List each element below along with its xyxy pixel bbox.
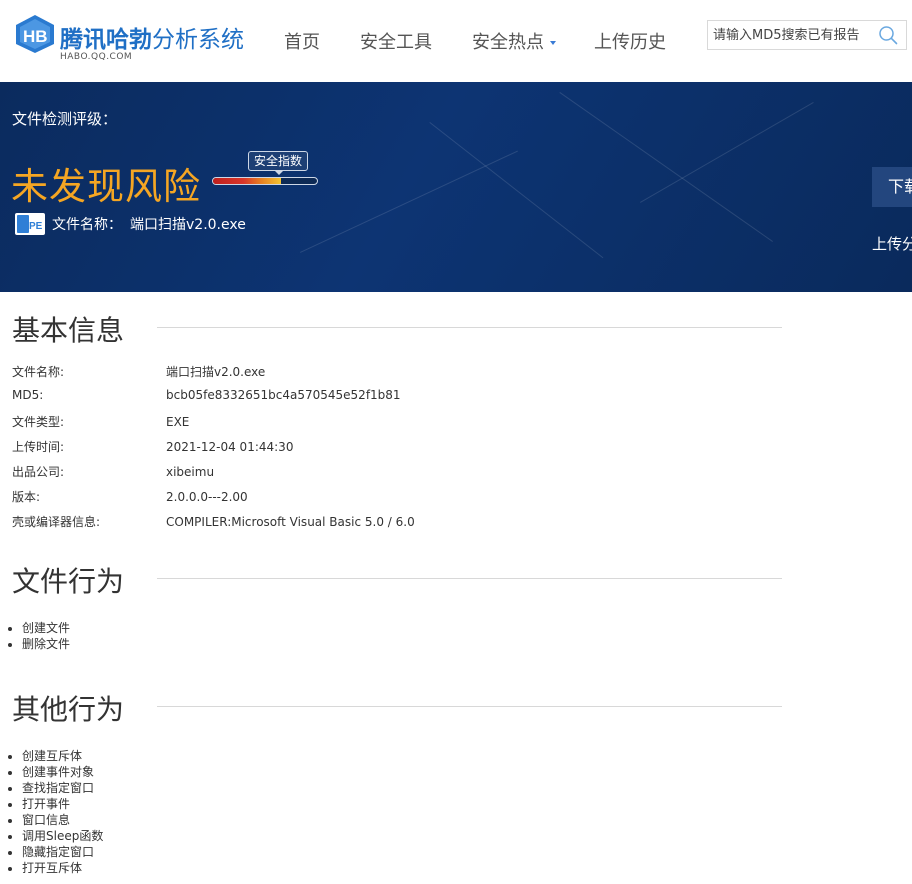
banner-file-name-value: 端口扫描v2.0.exe (130, 217, 246, 233)
nav-security-tools[interactable]: 安全工具 (360, 28, 432, 54)
list-item: 查找指定窗口 (22, 780, 103, 796)
banner-decoration (300, 150, 518, 253)
info-key: 文件名称: (12, 365, 65, 379)
list-item: 打开互斥体 (22, 860, 103, 876)
download-button-label: 下载 (888, 177, 912, 196)
info-key: 出品公司: (12, 465, 65, 479)
info-value: xibeimu (166, 465, 215, 479)
info-value: bcb05fe8332651bc4a570545e52f1b81 (166, 388, 401, 402)
logo-subtitle: HABO.QQ.COM (60, 52, 133, 62)
info-row-upload-time: 上传时间: 2021-12-04 01:44:30 (12, 438, 293, 455)
info-row-file-type: 文件类型: EXE (12, 413, 189, 430)
list-item: 隐藏指定窗口 (22, 844, 103, 860)
md5-search-input[interactable] (708, 21, 879, 49)
result-banner: 文件检测评级： 未发现风险 安全指数 PE 文件名称： 端口扫描v2.0.exe … (0, 82, 912, 292)
info-key: 壳或编译器信息: (12, 515, 101, 529)
svg-text:HB: HB (23, 27, 48, 46)
banner-file-name-label: 文件名称： (52, 217, 122, 233)
info-row-version: 版本: 2.0.0.0---2.00 (12, 488, 248, 505)
rating-label: 文件检测评级： (12, 110, 118, 128)
section-divider (157, 327, 782, 328)
banner-file-name: 文件名称： 端口扫描v2.0.exe (52, 214, 246, 234)
banner-decoration (429, 122, 604, 259)
caret-down-icon (550, 41, 556, 45)
info-value: EXE (166, 415, 190, 429)
pe-file-icon: PE (15, 213, 45, 235)
habo-logo[interactable]: HB 腾讯哈勃分析系统 HABO.QQ.COM (14, 14, 254, 66)
info-row-company: 出品公司: xibeimu (12, 463, 214, 480)
info-value: COMPILER:Microsoft Visual Basic 5.0 / 6.… (166, 515, 415, 529)
search-icon[interactable] (878, 25, 898, 45)
list-item: 调用Sleep函数 (22, 828, 103, 844)
info-key: 文件类型: (12, 415, 65, 429)
safety-index-meter (212, 177, 318, 185)
download-button[interactable]: 下载 (872, 167, 912, 207)
safety-index-fill (213, 178, 281, 184)
logo-title: 腾讯哈勃分析系统 (60, 20, 244, 54)
top-navbar: HB 腾讯哈勃分析系统 HABO.QQ.COM 首页 安全工具 安全热点 上传历… (0, 0, 912, 82)
info-row-compiler: 壳或编译器信息: COMPILER:Microsoft Visual Basic … (12, 513, 415, 530)
other-behavior-list: 创建互斥体 创建事件对象 查找指定窗口 打开事件 窗口信息 调用Sleep函数 … (0, 748, 103, 876)
nav-security-hotspots-label: 安全热点 (472, 32, 544, 53)
list-item: 打开事件 (22, 796, 103, 812)
section-divider (157, 578, 782, 579)
list-item: 创建事件对象 (22, 764, 103, 780)
info-value: 2.0.0.0---2.00 (166, 490, 248, 504)
info-key: 上传时间: (12, 440, 65, 454)
info-value: 端口扫描v2.0.exe (166, 365, 266, 379)
file-behavior-title: 文件行为 (12, 565, 125, 598)
nav-upload-history[interactable]: 上传历史 (594, 28, 666, 54)
section-divider (157, 706, 782, 707)
svg-text:PE: PE (29, 221, 43, 232)
nav-home-label: 首页 (284, 32, 320, 53)
nav-security-tools-label: 安全工具 (360, 32, 432, 53)
info-key: MD5: (12, 388, 44, 402)
habo-logo-icon: HB (16, 15, 54, 53)
upload-share-link[interactable]: 上传分 (872, 233, 912, 254)
other-behavior-title: 其他行为 (12, 693, 125, 726)
list-item: 创建文件 (22, 620, 70, 636)
nav-upload-history-label: 上传历史 (594, 32, 666, 53)
list-item: 删除文件 (22, 636, 70, 652)
info-row-file-name: 文件名称: 端口扫描v2.0.exe (12, 363, 265, 380)
list-item: 创建互斥体 (22, 748, 103, 764)
nav-home[interactable]: 首页 (284, 28, 320, 54)
basic-info-title: 基本信息 (12, 314, 125, 347)
banner-decoration (559, 92, 773, 242)
logo-title-bold: 腾讯哈勃 (60, 27, 152, 53)
info-row-md5: MD5: bcb05fe8332651bc4a570545e52f1b81 (12, 388, 401, 402)
banner-decoration (640, 102, 814, 203)
nav-security-hotspots[interactable]: 安全热点 (472, 28, 556, 54)
search-box (707, 20, 907, 50)
list-item: 窗口信息 (22, 812, 103, 828)
info-value: 2021-12-04 01:44:30 (166, 440, 294, 454)
risk-result: 未发现风险 (11, 165, 201, 208)
logo-title-thin: 分析系统 (152, 27, 244, 53)
file-behavior-list: 创建文件 删除文件 (0, 620, 70, 652)
safety-index-tag: 安全指数 (248, 151, 309, 175)
info-key: 版本: (12, 490, 41, 504)
